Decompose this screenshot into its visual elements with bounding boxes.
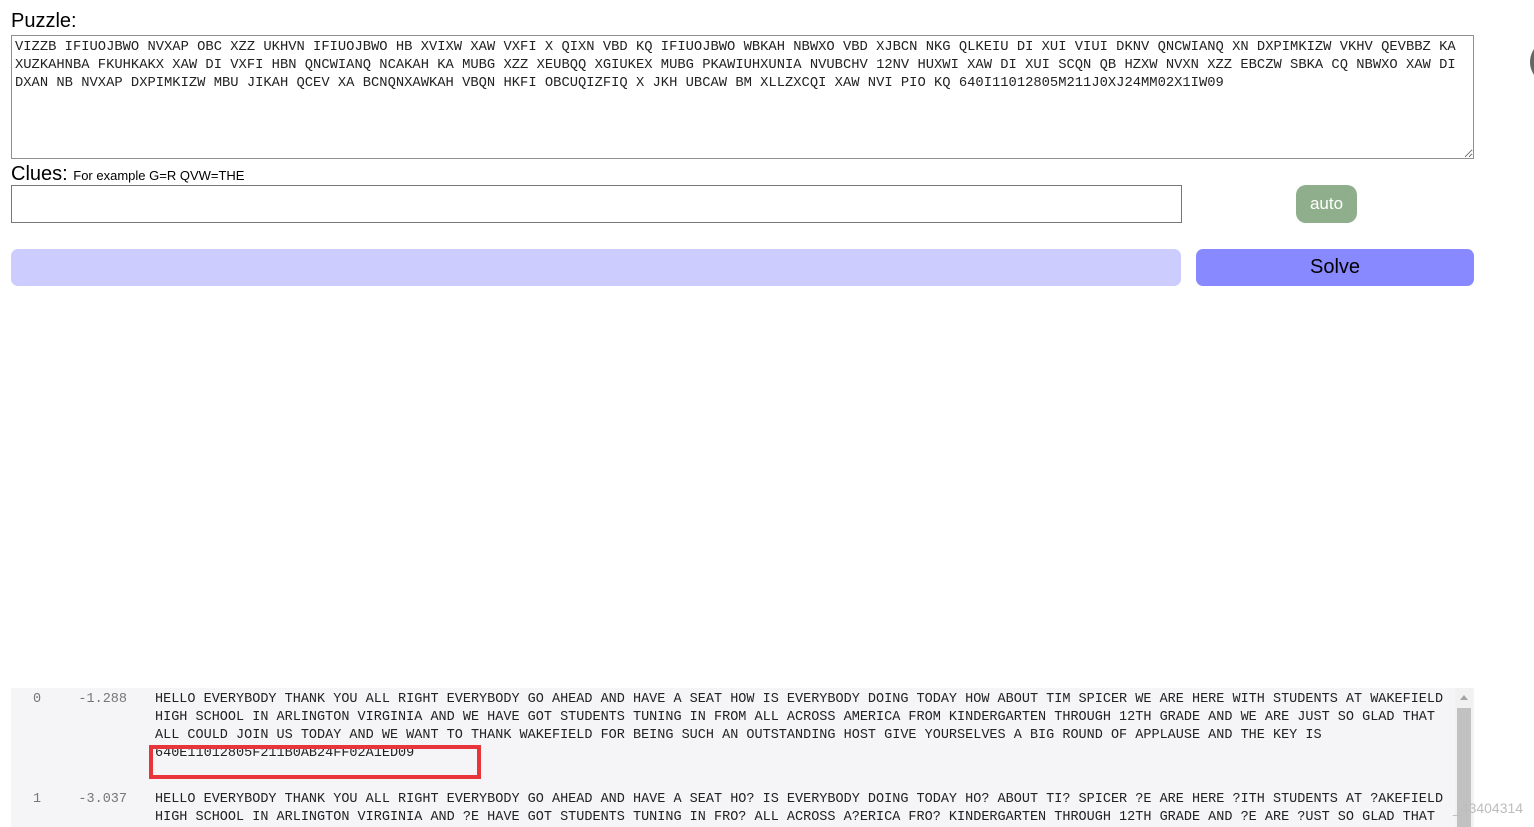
clues-hint: For example G=R QVW=THE (73, 168, 245, 183)
clues-input[interactable] (11, 185, 1182, 223)
result-index: 0 (32, 692, 42, 707)
progress-bar (11, 249, 1181, 286)
result-row[interactable]: 0 -1.288 HELLO EVERYBODY THANK YOU ALL R… (11, 688, 1455, 763)
auto-button[interactable]: auto (1296, 185, 1357, 223)
result-row[interactable]: 1 -3.037 HELLO EVERYBODY THANK YOU ALL R… (11, 788, 1455, 827)
results-list: 0 -1.288 HELLO EVERYBODY THANK YOU ALL R… (11, 688, 1455, 827)
results-scrollbar[interactable] (1455, 688, 1473, 827)
side-float-button[interactable] (1530, 39, 1534, 85)
result-score: -3.037 (78, 792, 127, 807)
clues-label: Clues: (11, 163, 68, 185)
side-float-button-clip (1528, 38, 1534, 86)
result-score: -1.288 (78, 692, 127, 707)
result-text: HELLO EVERYBODY THANK YOU ALL RIGHT EVER… (155, 792, 1452, 825)
results-panel[interactable]: 0 -1.288 HELLO EVERYBODY THANK YOU ALL R… (11, 688, 1474, 827)
puzzle-label: Puzzle: (11, 10, 77, 32)
puzzle-textarea[interactable]: VIZZB IFIUOJBWO NVXAP OBC XZZ UKHVN IFIU… (11, 35, 1474, 159)
scrollbar-thumb[interactable] (1457, 708, 1471, 827)
solve-button[interactable]: Solve (1196, 249, 1474, 286)
result-index: 1 (32, 792, 42, 807)
scroll-up-arrow-icon[interactable] (1460, 695, 1468, 700)
result-text: HELLO EVERYBODY THANK YOU ALL RIGHT EVER… (155, 692, 1452, 761)
